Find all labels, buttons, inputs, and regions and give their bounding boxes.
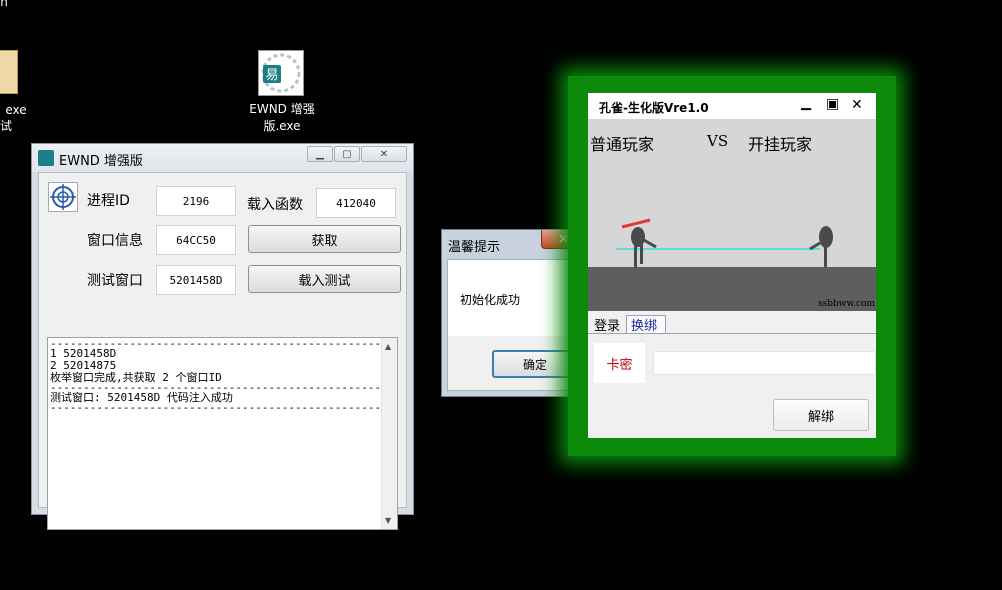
window-info-label: 窗口信息 xyxy=(87,233,143,249)
ewnd-title: EWND 增强版 xyxy=(59,154,143,169)
tab-rebind-label: 换绑 xyxy=(631,319,658,334)
game-titlebar[interactable]: 孔雀-生化版Vre1.0 ▁ ▣ ✕ xyxy=(588,93,876,119)
load-func-field[interactable]: 412040 xyxy=(316,188,396,218)
log-textarea[interactable]: ----------------------------------------… xyxy=(47,337,398,530)
test-window-label: 测试窗口 xyxy=(87,273,143,289)
window-info-field[interactable]: 64CC50 xyxy=(156,225,236,255)
file-icon xyxy=(0,50,18,94)
desktop-icon-left[interactable]: exe 试 xyxy=(0,50,34,136)
log-scrollbar[interactable]: ▲ ▼ xyxy=(381,338,397,529)
maximize-icon[interactable]: ▣ xyxy=(826,96,839,112)
red-saber xyxy=(621,218,651,229)
log-lines: ----------------------------------------… xyxy=(50,340,385,412)
dialog-client: 初始化成功 确定 xyxy=(447,259,587,391)
log-line: 测试窗口: 5201458D 代码注入成功 xyxy=(50,391,233,404)
game-title: 孔雀-生化版Vre1.0 xyxy=(599,101,709,115)
close-button[interactable]: ✕ xyxy=(361,146,407,162)
get-button[interactable]: 获取 xyxy=(248,225,401,253)
ewnd-app-icon: 易 xyxy=(258,50,304,96)
maximize-icon: ▢ xyxy=(342,148,352,160)
scroll-up-icon[interactable]: ▲ xyxy=(385,342,391,351)
ewnd-client: 进程ID 2196 载入函数 412040 窗口信息 64CC50 获取 测试窗… xyxy=(38,172,407,530)
desktop-icon-ewnd-label-1: EWND 增强 xyxy=(249,102,315,116)
maximize-button[interactable]: ▢ xyxy=(334,146,360,162)
banner-scene xyxy=(588,218,876,311)
card-label-box: 卡密 xyxy=(594,343,645,383)
close-icon: ✕ xyxy=(379,148,389,160)
unbind-button[interactable]: 解绑 xyxy=(773,399,869,431)
dialog-ok-button[interactable]: 确定 xyxy=(492,350,578,378)
game-banner: 普通玩家 VS 开挂玩家 ssbbww.com xyxy=(588,119,876,311)
dialog-message-area: 初始化成功 xyxy=(448,260,586,336)
svg-text:易: 易 xyxy=(265,68,278,83)
ewnd-title-icon xyxy=(38,150,54,166)
close-icon[interactable]: ✕ xyxy=(851,97,863,113)
tab-login[interactable]: 登录 xyxy=(590,315,624,334)
banner-watermark: ssbbww.com xyxy=(818,299,875,309)
dialog-title: 温馨提示 xyxy=(448,240,501,255)
minimize-icon[interactable]: ▁ xyxy=(801,96,811,111)
log-line: ----------------------------------------… xyxy=(50,404,385,412)
load-test-button[interactable]: 载入测试 xyxy=(248,265,401,293)
dialog-message: 初始化成功 xyxy=(460,293,521,307)
desktop-icon-ewnd[interactable]: 易 EWND 增强 版.exe xyxy=(245,50,319,136)
left-stick-figure xyxy=(631,227,657,268)
desktop-icon-left-label-2: 试 xyxy=(0,119,12,133)
desktop-partial-label: n xyxy=(0,0,8,9)
ewnd-titlebar[interactable]: EWND 增强版 ▁ ▢ ✕ xyxy=(32,144,413,172)
tab-strip-line xyxy=(588,333,876,334)
ewnd-window[interactable]: EWND 增强版 ▁ ▢ ✕ 进程ID 2196 载入函数 412040 窗口信… xyxy=(31,143,414,530)
minimize-icon: ▁ xyxy=(316,148,324,160)
game-window[interactable]: 孔雀-生化版Vre1.0 ▁ ▣ ✕ 普通玩家 VS 开挂玩家 ssbbww.c… xyxy=(588,93,876,438)
right-stick-figure xyxy=(809,226,833,267)
scroll-down-icon[interactable]: ▼ xyxy=(385,516,391,525)
log-line: 枚举窗口完成,共获取 2 个窗口ID xyxy=(50,371,222,384)
card-label: 卡密 xyxy=(606,357,633,373)
desktop-icon-ewnd-label-2: 版.exe xyxy=(263,119,301,133)
tab-rebind[interactable]: 换绑 xyxy=(626,315,666,334)
load-func-label: 载入函数 xyxy=(247,197,303,213)
card-input[interactable] xyxy=(653,351,876,375)
test-window-field[interactable]: 5201458D xyxy=(156,265,236,295)
pid-field[interactable]: 2196 xyxy=(156,186,236,216)
crosshair-icon[interactable] xyxy=(48,182,78,212)
pid-label: 进程ID xyxy=(87,193,130,209)
tab-login-label: 登录 xyxy=(594,318,621,334)
minimize-button[interactable]: ▁ xyxy=(307,146,333,162)
desktop-icon-left-label-1: exe xyxy=(5,103,27,117)
